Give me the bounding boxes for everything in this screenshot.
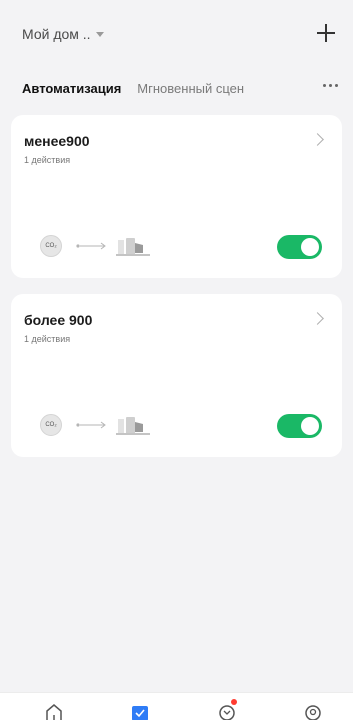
plus-icon[interactable] <box>313 20 339 46</box>
automation-card[interactable]: менее900 1 действия CO₂ <box>11 115 342 278</box>
automation-title: менее900 <box>24 133 90 149</box>
co2-sensor-icon: CO₂ <box>40 414 62 436</box>
automation-title: более 900 <box>24 312 93 328</box>
co2-icon-label: CO₂ <box>45 422 57 428</box>
ellipsis-icon[interactable] <box>323 84 338 87</box>
automation-checkbox-icon[interactable] <box>130 702 150 720</box>
explore-nav-item[interactable] <box>217 699 237 720</box>
arrow-right-icon <box>76 421 106 429</box>
bottom-nav <box>0 692 353 720</box>
automation-flow: CO₂ <box>40 414 150 436</box>
automation-subtitle: 1 действия <box>24 334 71 344</box>
scene-tabs: Автоматизация Мгновенный сцен <box>22 76 338 100</box>
home-selector-label: Мой дом .. <box>22 26 91 42</box>
chevron-right-icon[interactable] <box>311 133 324 146</box>
profile-icon[interactable] <box>303 702 323 720</box>
header: Мой дом .. <box>0 0 353 70</box>
toggle-knob <box>301 238 319 256</box>
toggle-knob <box>301 417 319 435</box>
app-screen: Мой дом .. Автоматизация Мгновенный сцен… <box>0 0 353 720</box>
automation-flow: CO₂ <box>40 235 150 257</box>
chevron-right-icon[interactable] <box>311 312 324 325</box>
tab-automation[interactable]: Автоматизация <box>22 81 121 96</box>
tab-instant-scene[interactable]: Мгновенный сцен <box>137 81 287 96</box>
co2-sensor-icon: CO₂ <box>40 235 62 257</box>
caret-down-icon <box>95 32 104 37</box>
automation-subtitle: 1 действия <box>24 155 71 165</box>
co2-icon-label: CO₂ <box>45 243 57 249</box>
home-icon[interactable] <box>44 702 64 720</box>
automation-card[interactable]: более 900 1 действия CO₂ <box>11 294 342 457</box>
air-purifier-icon <box>116 238 150 256</box>
notification-dot <box>231 699 237 705</box>
air-purifier-icon <box>116 417 150 435</box>
automation-toggle[interactable] <box>277 414 322 438</box>
home-selector[interactable]: Мой дом .. <box>22 26 104 42</box>
automation-toggle[interactable] <box>277 235 322 259</box>
arrow-right-icon <box>76 242 106 250</box>
